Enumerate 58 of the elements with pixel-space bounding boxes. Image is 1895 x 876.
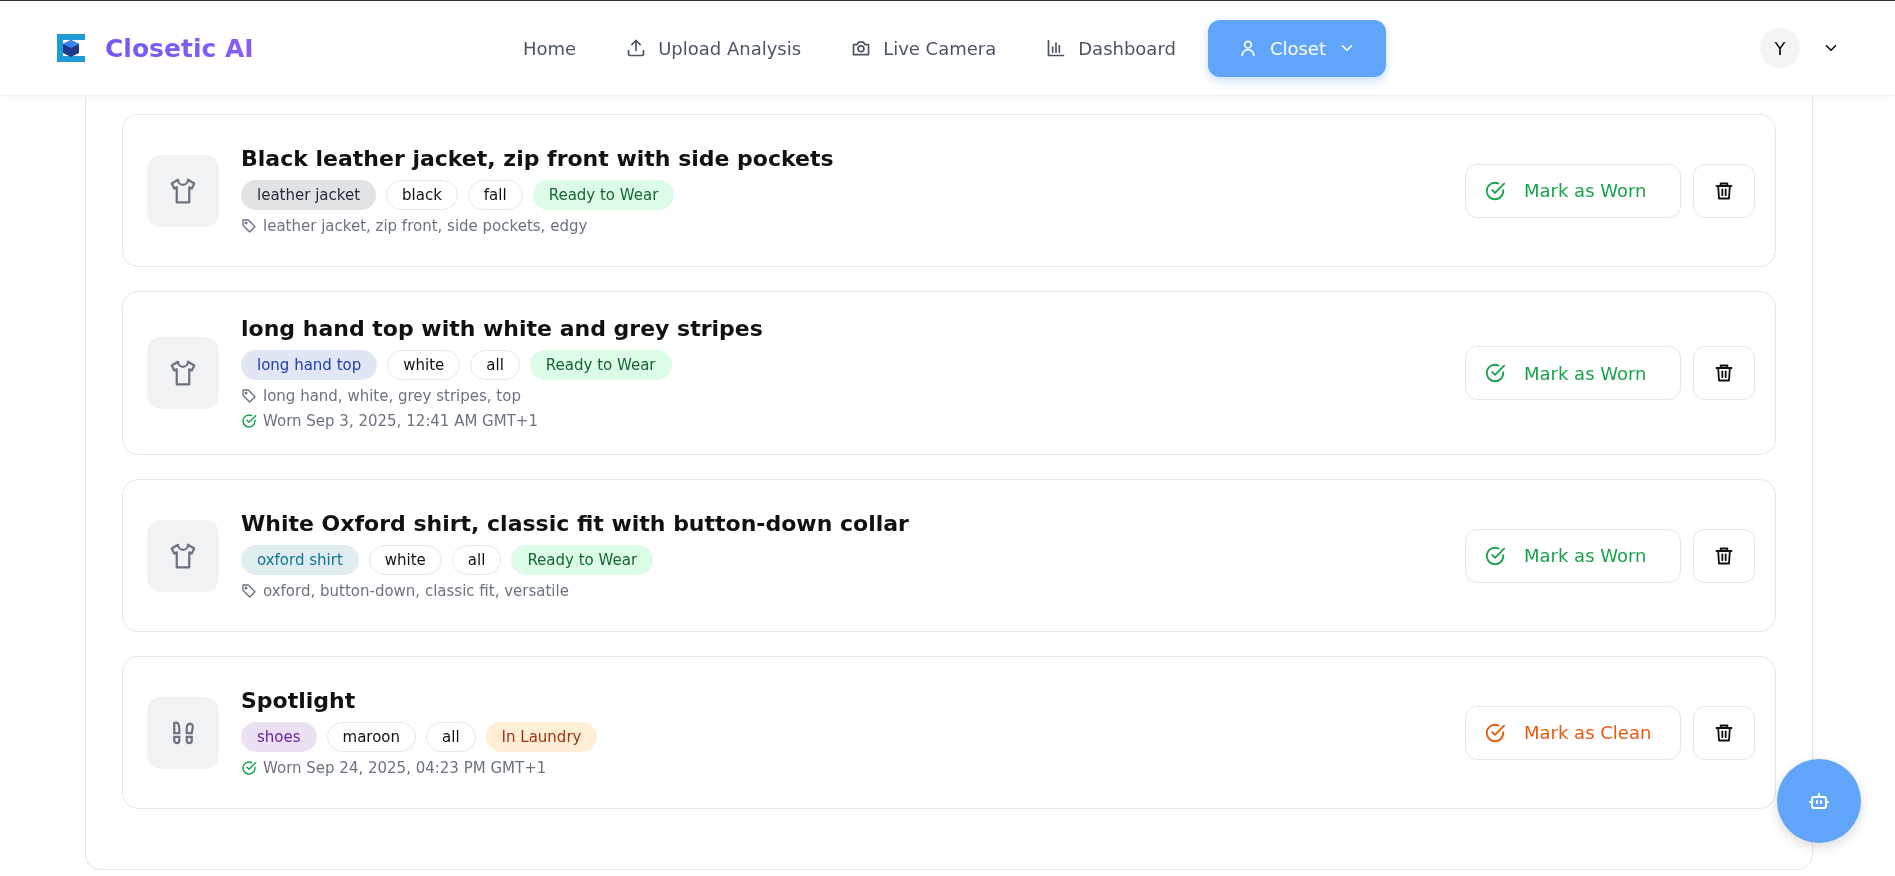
- worn-date-text: Worn Sep 24, 2025, 04:23 PM GMT+1: [263, 759, 547, 777]
- attribute-tag: all: [470, 350, 520, 380]
- item-title: White Oxford shirt, classic fit with button-down collar: [241, 511, 910, 536]
- cube-logo-icon: [55, 32, 87, 64]
- tag-icon: [241, 218, 257, 234]
- bar-chart-icon: [1046, 38, 1067, 58]
- keywords-text: long hand, white, grey stripes, top: [263, 387, 521, 405]
- category-tag: shoes: [241, 722, 317, 752]
- attribute-tag: white: [368, 545, 442, 575]
- mark-button[interactable]: Mark as Worn: [1465, 346, 1681, 400]
- attribute-tag: white: [387, 350, 461, 380]
- category-tag: oxford shirt: [241, 545, 359, 575]
- status-tag: Ready to Wear: [529, 350, 672, 380]
- mark-button[interactable]: Mark as Worn: [1465, 163, 1681, 218]
- category-tag: long hand top: [241, 350, 378, 380]
- nav-tab[interactable]: Dashboard: [1028, 23, 1194, 73]
- attribute-tag: fall: [467, 180, 523, 210]
- shirt-icon: [168, 358, 198, 388]
- item-title: Black leather jacket, zip front with side pockets: [241, 146, 835, 171]
- trash-icon: [1714, 722, 1734, 743]
- delete-button[interactable]: [1693, 346, 1755, 400]
- user-avatar[interactable]: Y: [1760, 28, 1800, 68]
- check-circle-icon: [1484, 544, 1506, 567]
- check-circle-icon: [241, 413, 257, 429]
- check-circle-icon: [1484, 721, 1506, 744]
- camera-icon: [851, 38, 872, 58]
- status-tag: Ready to Wear: [532, 180, 675, 210]
- tag-icon: [241, 388, 257, 404]
- trash-icon: [1714, 545, 1734, 566]
- nav-tab[interactable]: Live Camera: [833, 23, 1015, 73]
- upload-icon: [626, 38, 647, 58]
- attribute-tag: black: [386, 180, 458, 210]
- keywords-text: oxford, button-down, classic fit, versatile: [263, 582, 569, 600]
- trash-icon: [1714, 363, 1734, 383]
- delete-button[interactable]: [1693, 705, 1755, 760]
- status-tag: In Laundry: [485, 722, 598, 752]
- check-circle-icon: [1484, 179, 1506, 202]
- mark-button[interactable]: Mark as Worn: [1465, 528, 1681, 583]
- attribute-tag: maroon: [326, 722, 417, 752]
- delete-button[interactable]: [1693, 528, 1755, 583]
- keywords-text: leather jacket, zip front, side pockets, edgy: [263, 217, 588, 235]
- check-circle-icon: [1484, 362, 1506, 384]
- attribute-tag: all: [451, 545, 502, 575]
- nav-tab[interactable]: Upload Analysis: [608, 23, 820, 73]
- item-title: long hand top with white and grey stripes: [241, 316, 764, 341]
- trash-icon: [1714, 180, 1734, 201]
- tag-icon: [241, 583, 257, 599]
- delete-button[interactable]: [1693, 163, 1755, 218]
- category-tag: leather jacket: [241, 180, 376, 210]
- item-title: Spotlight: [241, 688, 357, 713]
- status-tag: Ready to Wear: [511, 545, 654, 575]
- check-circle-icon: [241, 760, 257, 776]
- assistant-button[interactable]: [1777, 759, 1861, 843]
- nav-tab[interactable]: Closet: [1207, 19, 1386, 77]
- mark-button[interactable]: Mark as Clean: [1465, 705, 1681, 760]
- attribute-tag: all: [426, 722, 476, 752]
- nav-tab[interactable]: Home: [505, 23, 595, 73]
- worn-date-text: Worn Sep 3, 2025, 12:41 AM GMT+1: [263, 412, 538, 430]
